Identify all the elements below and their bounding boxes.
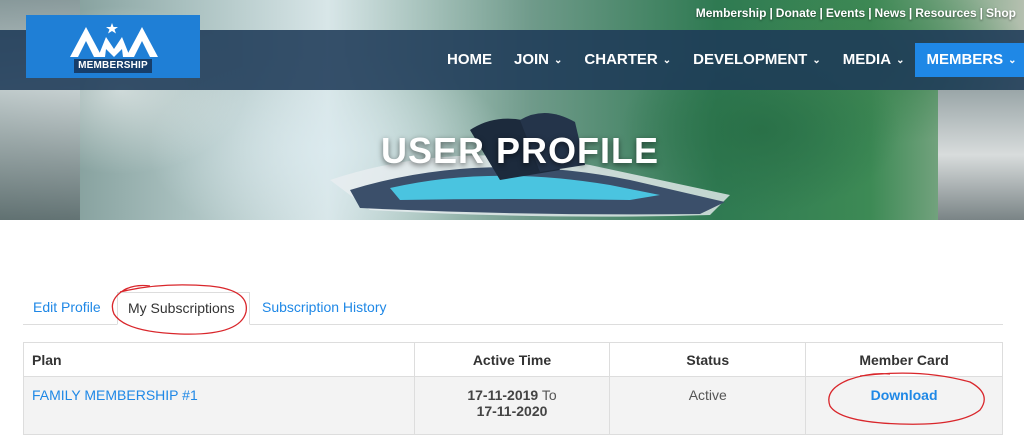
active-time-cell: 17-11-2019 To 17-11-2020: [413, 376, 611, 435]
plan-link[interactable]: FAMILY MEMBERSHIP #1: [32, 387, 198, 403]
header-active-time: Active Time: [413, 342, 611, 377]
nav-join[interactable]: JOIN ⌄: [503, 43, 573, 77]
chevron-down-icon: ⌄: [662, 55, 672, 66]
link-shop[interactable]: Shop: [986, 6, 1016, 20]
header-plan: Plan: [23, 342, 415, 377]
link-membership[interactable]: Membership: [696, 6, 767, 20]
link-events[interactable]: Events: [826, 6, 865, 20]
main-menu: HOME JOIN ⌄ CHARTER ⌄ DEVELOPMENT ⌄ MEDIA ⌄ …: [436, 30, 1024, 90]
header-member-card: Member Card: [805, 342, 1003, 377]
page-title: USER PROFILE: [380, 130, 660, 171]
end-date: 17-11-2020: [476, 403, 548, 419]
profile-tabs: Edit Profile My Subscriptions Subscripti…: [23, 292, 1003, 325]
logo-text: MEMBERSHIP: [74, 59, 152, 73]
nav-members[interactable]: MEMBERS ⌄: [915, 43, 1024, 77]
chevron-down-icon: ⌄: [812, 55, 821, 66]
link-resources[interactable]: Resources: [915, 6, 976, 20]
nav-join-label: JOIN: [514, 51, 550, 68]
nav-charter-label: CHARTER: [584, 51, 658, 68]
nav-media-label: MEDIA: [842, 51, 892, 68]
link-donate[interactable]: Donate: [776, 6, 817, 20]
utility-links: Membership | Donate | Events | News | Resources |…: [695, 6, 1016, 20]
nav-development-label: DEVELOPMENT: [693, 51, 808, 68]
date-separator: To: [541, 387, 557, 403]
nav-members-label: MEMBERS: [926, 51, 1004, 68]
nav-home[interactable]: HOME: [436, 43, 503, 77]
chevron-down-icon: ⌄: [896, 55, 905, 66]
ama-logo[interactable]: MEMBERSHIP: [26, 15, 200, 78]
plan-cell: FAMILY MEMBERSHIP #1: [23, 376, 415, 435]
status-value: Active: [688, 387, 727, 403]
table-header-row: Plan Active Time Status Member Card: [23, 342, 1003, 377]
nav-home-label: HOME: [447, 51, 492, 68]
chevron-down-icon: ⌄: [554, 55, 563, 66]
start-date: 17-11-2019: [467, 387, 539, 403]
tab-my-subscriptions[interactable]: My Subscriptions: [117, 292, 250, 325]
chevron-down-icon: ⌄: [1008, 55, 1017, 66]
tab-subscription-history[interactable]: Subscription History: [252, 292, 397, 325]
status-cell: Active: [609, 376, 807, 435]
header-status: Status: [609, 342, 807, 377]
nav-development[interactable]: DEVELOPMENT ⌄: [682, 43, 832, 77]
nav-media[interactable]: MEDIA ⌄: [832, 43, 916, 77]
tab-edit-profile[interactable]: Edit Profile: [23, 292, 111, 325]
link-news[interactable]: News: [875, 6, 906, 20]
member-card-cell: Download: [805, 376, 1003, 435]
ama-logo-mark-icon: [70, 23, 158, 57]
profile-content: Edit Profile My Subscriptions Subscripti…: [23, 220, 1003, 435]
download-link[interactable]: Download: [871, 387, 938, 403]
nav-charter[interactable]: CHARTER ⌄: [573, 43, 682, 77]
table-row: FAMILY MEMBERSHIP #1 17-11-2019 To 17-11…: [23, 376, 1003, 435]
subscriptions-table: Plan Active Time Status Member Card FAMI…: [23, 342, 1003, 435]
